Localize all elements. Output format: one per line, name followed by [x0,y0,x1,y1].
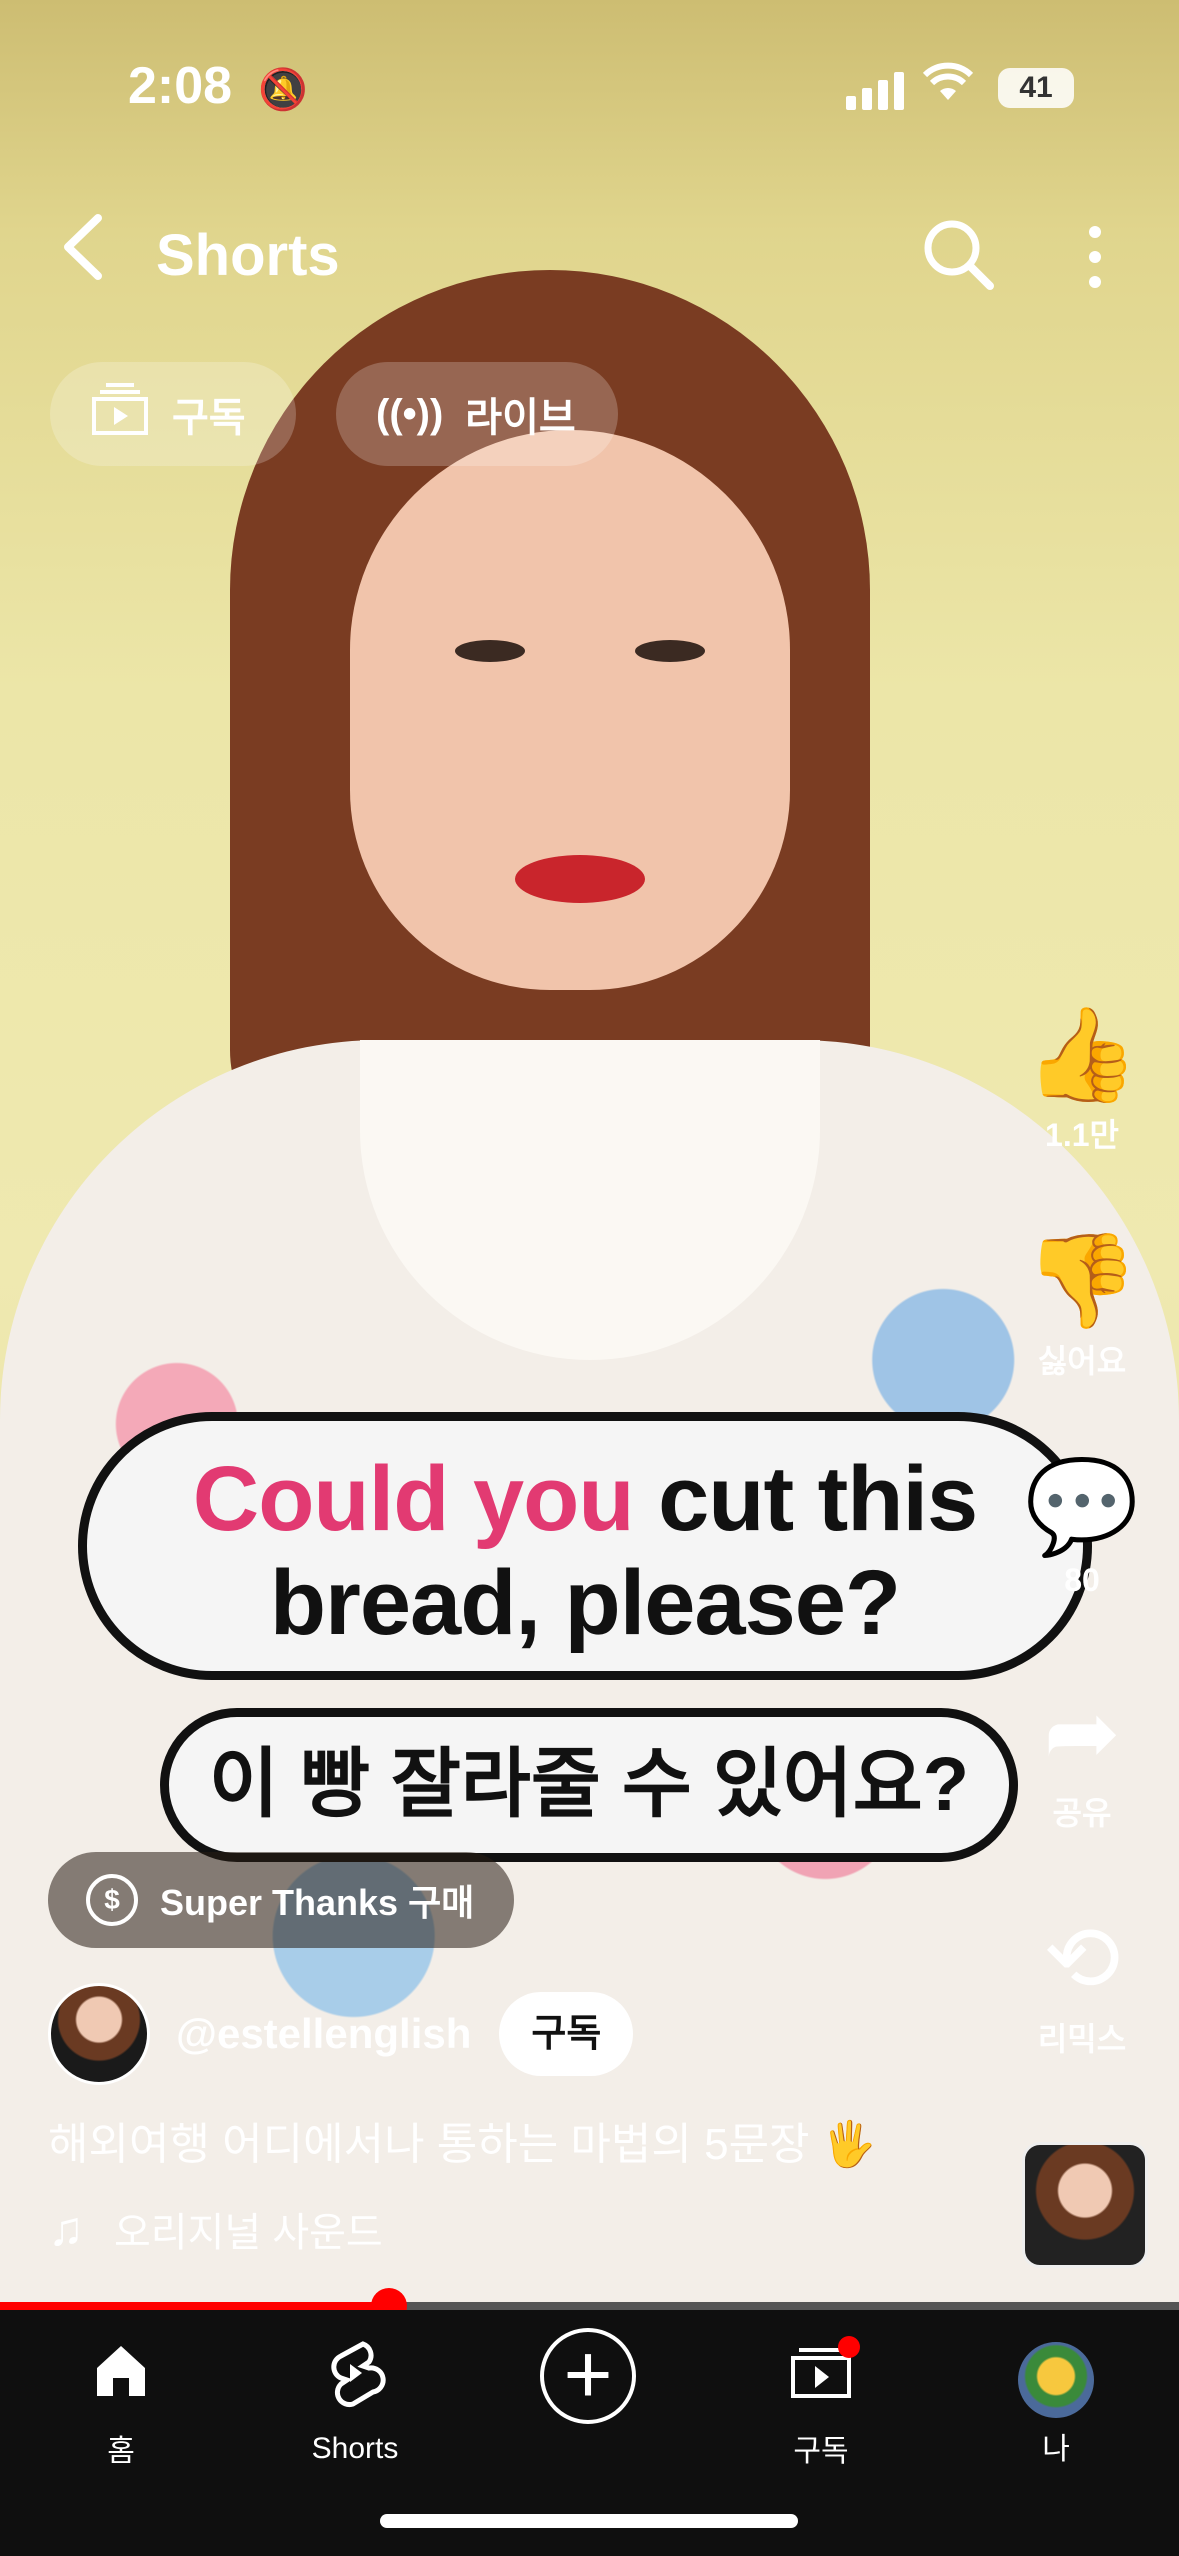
thumbs-down-icon: 👎 [1024,1230,1140,1332]
home-icon [41,2338,201,2420]
dislike-button[interactable]: 👎 싫어요 [1020,1226,1144,1382]
thumbs-up-icon: 👍 [1024,1004,1140,1106]
super-thanks-button[interactable]: $ Super Thanks 구매 [48,1852,514,1948]
channel-row: @estellenglish 구독 [48,1983,634,2085]
like-button[interactable]: 👍 1.1만 [1020,1000,1144,1156]
wifi-icon [922,60,974,116]
caption-highlight: Could you [192,1448,635,1550]
video-progress-bar[interactable] [0,2302,1179,2310]
status-bar: 2:08 🔕 41 [0,50,1179,130]
comments-button[interactable]: 💬 80 [1020,1452,1144,1599]
home-indicator [380,2514,798,2528]
status-time: 2:08 [128,57,233,115]
nav-shorts-label: Shorts [311,2432,399,2465]
chip-subscriptions[interactable]: 구독 [50,362,296,466]
video-caption-english: Could you cut this bread, please? [78,1412,1092,1680]
comments-count: 80 [1064,1562,1100,1598]
sound-link[interactable]: ♫ 오리지널 사운드 [48,2200,383,2258]
nav-home[interactable]: 홈 [41,2338,201,2470]
share-button[interactable]: ➦ 공유 [1020,1678,1144,1834]
video-player[interactable]: Could you cut this bread, please? 이 빵 잘라… [0,0,1179,2310]
subscriptions-icon [741,2338,901,2420]
sound-thumbnail[interactable] [1022,2142,1148,2268]
live-icon: ((•)) [376,391,444,436]
create-plus-icon[interactable]: + [540,2328,636,2424]
video-description[interactable]: 해외여행 어디에서나 통하는 마법의 5문장 🖐 [48,2108,877,2172]
music-note-icon: ♫ [48,2202,84,2256]
caption-rest: cut this [633,1448,978,1550]
cellular-signal-icon [846,72,910,110]
share-arrow-icon: ➦ [1043,1682,1121,1784]
battery-indicator: 41 [998,68,1074,108]
back-arrow-icon[interactable] [58,212,108,295]
comment-icon: 💬 [1024,1456,1140,1558]
nav-subscriptions[interactable]: 구독 [741,2338,901,2470]
sound-label: 오리지널 사운드 [114,2211,383,2255]
nav-me[interactable]: 나 [976,2338,1136,2468]
search-icon[interactable] [918,214,998,294]
subscribe-button[interactable]: 구독 [499,1992,634,2076]
page-title: Shorts [156,223,340,288]
remix-label: 리믹스 [1037,2021,1127,2057]
channel-avatar[interactable] [48,1983,150,2085]
presenter-eye [455,640,525,662]
nav-home-label: 홈 [107,2435,135,2468]
dislike-label: 싫어요 [1037,1343,1127,1379]
silent-bell-icon: 🔕 [258,68,308,112]
chip-label: 라이브 [465,396,576,440]
subscriptions-icon [90,383,150,445]
progress-fill [0,2302,390,2310]
user-avatar [1018,2342,1094,2418]
nav-subscriptions-label: 구독 [793,2435,849,2468]
presenter-face [350,430,790,990]
more-options-icon[interactable] [1075,222,1115,292]
super-thanks-heart-icon: $ [86,1874,138,1926]
channel-handle[interactable]: @estellenglish [176,2010,471,2058]
presenter-eye [635,640,705,662]
video-caption-korean: 이 빵 잘라줄 수 있어요? [160,1708,1018,1862]
chip-live[interactable]: ((•)) 라이브 [336,362,618,466]
super-thanks-label: Super Thanks 구매 [160,1882,475,1923]
like-count: 1.1만 [1045,1117,1119,1153]
shorts-icon [275,2338,435,2426]
presenter-lips [515,855,645,903]
caption-line2: bread, please? [269,1552,901,1654]
remix-button[interactable]: ⟲ 리믹스 [1020,1904,1144,2060]
nav-shorts[interactable]: Shorts [275,2338,435,2466]
remix-icon: ⟲ [1043,1908,1121,2010]
notification-dot [838,2336,860,2358]
share-label: 공유 [1052,1795,1112,1831]
chip-label: 구독 [172,396,246,440]
nav-me-label: 나 [1042,2433,1070,2466]
